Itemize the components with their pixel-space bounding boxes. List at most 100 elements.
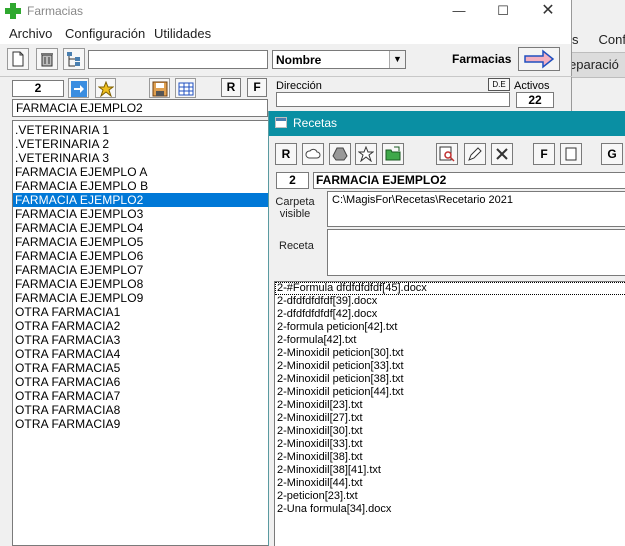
file-list-item[interactable]: 2-peticion[23].txt xyxy=(275,490,625,503)
green-cross-icon xyxy=(5,3,21,19)
list-item[interactable]: .VETERINARIA 1 xyxy=(13,123,269,137)
list-item[interactable]: OTRA FARMACIA5 xyxy=(13,361,269,375)
recetas-g-button[interactable]: G xyxy=(601,143,623,165)
chevron-down-icon[interactable]: ▼ xyxy=(389,51,405,68)
list-item[interactable]: OTRA FARMACIA8 xyxy=(13,403,269,417)
file-list-item[interactable]: 2-Minoxidil[27].txt xyxy=(275,412,625,425)
file-list-item[interactable]: 2-Minoxidil peticion[33].txt xyxy=(275,360,625,373)
edit-button[interactable] xyxy=(464,143,486,165)
file-list-item[interactable]: 2-formula peticion[42].txt xyxy=(275,321,625,334)
new-document-icon xyxy=(12,51,24,67)
tree-icon xyxy=(67,52,80,67)
list-item[interactable]: FARMACIA EJEMPLO9 xyxy=(13,291,269,305)
go-arrow-button[interactable] xyxy=(518,47,560,71)
de-button[interactable]: D.E xyxy=(488,78,510,91)
file-list-item[interactable]: 2-Minoxidil[38][41].txt xyxy=(275,464,625,477)
background-toolbar-button[interactable]: eparació xyxy=(566,52,625,78)
sort-combo[interactable]: Nombre ▼ xyxy=(272,50,406,69)
maximize-button[interactable]: ☐ xyxy=(481,0,525,22)
file-list-item[interactable]: 2-Minoxidil peticion[30].txt xyxy=(275,347,625,360)
close-button[interactable]: ✕ xyxy=(526,0,570,22)
save-button[interactable] xyxy=(149,78,170,98)
menu-archivo[interactable]: Archivo xyxy=(9,26,52,41)
list-item[interactable]: FARMACIA EJEMPLO4 xyxy=(13,221,269,235)
page-icon xyxy=(565,147,577,161)
file-list-item[interactable]: 2-Minoxidil peticion[44].txt xyxy=(275,386,625,399)
list-item[interactable]: FARMACIA EJEMPLO8 xyxy=(13,277,269,291)
file-list-item[interactable]: 2-Minoxidil[33].txt xyxy=(275,438,625,451)
file-list-item[interactable]: 2-dfdfdfdfdf[42].docx xyxy=(275,308,625,321)
folder-icon xyxy=(385,146,401,161)
list-item[interactable]: OTRA FARMACIA6 xyxy=(13,375,269,389)
file-list-item[interactable]: 2-Minoxidil[44].txt xyxy=(275,477,625,490)
r-button[interactable]: R xyxy=(221,78,241,97)
recetas-window: Recetas R F G 2 FARMACIA EJEMPLO2 Carpet… xyxy=(268,111,625,546)
file-list-item[interactable]: 2-dfdfdfdfdf[39].docx xyxy=(275,295,625,308)
list-item[interactable]: OTRA FARMACIA3 xyxy=(13,333,269,347)
recetas-f-button[interactable]: F xyxy=(533,143,555,165)
list-item[interactable]: FARMACIA EJEMPLO7 xyxy=(13,263,269,277)
delete-button[interactable] xyxy=(491,143,513,165)
file-list-item[interactable]: 2-Minoxidil[38].txt xyxy=(275,451,625,464)
drive-button[interactable] xyxy=(329,143,351,165)
list-item[interactable]: OTRA FARMACIA7 xyxy=(13,389,269,403)
file-list-item[interactable]: 2-Minoxidil peticion[38].txt xyxy=(275,373,625,386)
drive-icon xyxy=(332,147,348,161)
table-view-button[interactable] xyxy=(175,78,196,98)
window-title: Farmacias xyxy=(27,4,84,18)
background-menu-item[interactable]: Confi xyxy=(599,32,625,47)
list-item[interactable]: FARMACIA EJEMPLO2 xyxy=(13,193,269,207)
cloud-button[interactable] xyxy=(302,143,324,165)
recetas-record-number[interactable]: 2 xyxy=(276,172,309,189)
file-list-item[interactable]: 2-Una formula[34].docx xyxy=(275,503,625,516)
recetas-r-button[interactable]: R xyxy=(275,143,297,165)
list-item[interactable]: OTRA FARMACIA1 xyxy=(13,305,269,319)
blank-page-button[interactable] xyxy=(560,143,582,165)
receta-field[interactable] xyxy=(327,229,625,276)
file-list-item[interactable]: 2-Minoxidil[23].txt xyxy=(275,399,625,412)
file-list-item[interactable]: 2-Minoxidil[30].txt xyxy=(275,425,625,438)
list-item[interactable]: FARMACIA EJEMPLO B xyxy=(13,179,269,193)
list-item[interactable]: OTRA FARMACIA2 xyxy=(13,319,269,333)
pharmacy-name-field[interactable]: FARMACIA EJEMPLO2 xyxy=(12,99,268,117)
direccion-field[interactable] xyxy=(276,92,510,107)
list-item[interactable]: .VETERINARIA 3 xyxy=(13,151,269,165)
tree-view-button[interactable] xyxy=(63,48,85,70)
new-document-button[interactable] xyxy=(7,48,29,70)
menu-configuracion[interactable]: Configuración xyxy=(65,26,145,41)
recipe-file-list[interactable]: 2-#Formula dfdfdfdfdf[45].docx 2-dfdfdfdf… xyxy=(274,281,625,546)
list-item[interactable]: FARMACIA EJEMPLO6 xyxy=(13,249,269,263)
activos-label: Activos xyxy=(514,80,550,92)
star-icon xyxy=(98,81,114,97)
separator xyxy=(0,76,572,77)
preview-button[interactable] xyxy=(436,143,458,165)
delete-button[interactable] xyxy=(36,48,58,70)
carpeta-label: Carpeta visible xyxy=(275,196,315,220)
file-list-item[interactable]: 2-formula[42].txt xyxy=(275,334,625,347)
pharmacy-list[interactable]: .VETERINARIA 1 .VETERINARIA 2 .VETERINARIA… xyxy=(12,120,270,546)
menu-utilidades[interactable]: Utilidades xyxy=(154,26,211,41)
receta-label: Receta xyxy=(279,240,314,252)
minimize-button[interactable]: — xyxy=(437,0,481,22)
background-menu-item[interactable]: s xyxy=(572,32,579,47)
open-folder-button[interactable] xyxy=(382,143,404,165)
recetas-record-name[interactable]: FARMACIA EJEMPLO2 xyxy=(313,172,625,189)
list-item[interactable]: .VETERINARIA 2 xyxy=(13,137,269,151)
carpeta-field[interactable]: C:\MagisFor\Recetas\Recetario 2021 xyxy=(327,191,625,227)
recetas-title: Recetas xyxy=(293,116,338,130)
list-item[interactable]: OTRA FARMACIA9 xyxy=(13,417,269,431)
list-item[interactable]: FARMACIA EJEMPLO3 xyxy=(13,207,269,221)
favorite-button[interactable] xyxy=(95,78,116,98)
direccion-label: Dirección xyxy=(276,80,322,92)
file-list-item[interactable]: 2-#Formula dfdfdfdfdf[45].docx xyxy=(275,282,625,295)
window-icon xyxy=(275,117,287,128)
f-button[interactable]: F xyxy=(247,78,267,97)
list-item[interactable]: OTRA FARMACIA4 xyxy=(13,347,269,361)
search-input[interactable] xyxy=(88,50,268,69)
record-number[interactable]: 2 xyxy=(12,80,64,97)
farmacias-label: Farmacias xyxy=(452,52,512,66)
list-item[interactable]: FARMACIA EJEMPLO5 xyxy=(13,235,269,249)
list-item[interactable]: FARMACIA EJEMPLO A xyxy=(13,165,269,179)
next-button[interactable] xyxy=(68,78,89,98)
favorite-button[interactable] xyxy=(355,143,377,165)
